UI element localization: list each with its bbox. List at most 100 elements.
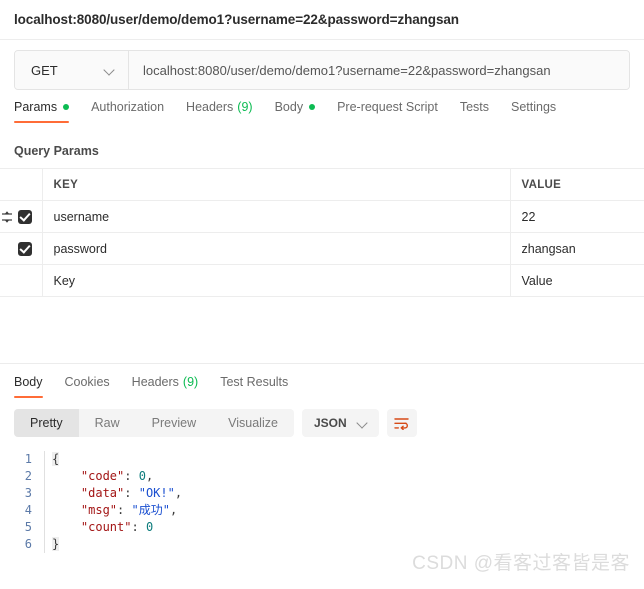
response-format-label: JSON [313,416,347,430]
view-mode-segmented-control: Pretty Raw Preview Visualize [14,409,294,437]
view-mode-preview[interactable]: Preview [136,409,212,437]
row-checkbox-cell [0,200,42,233]
code-line: "msg": "成功", [52,502,182,519]
line-number: 3 [24,486,32,500]
modified-dot-icon [309,104,316,110]
code-token-key: "count" [80,520,132,534]
tab-label: Cookies [64,375,110,389]
code-token-brace: } [52,537,60,551]
code-line: { [52,451,182,468]
response-tab-cookies[interactable]: Cookies [65,375,110,398]
tab-settings[interactable]: Settings [511,100,556,123]
tab-pre-request-script[interactable]: Pre-request Script [337,100,438,123]
table-row: username 22 [0,200,644,233]
tab-tests[interactable]: Tests [460,100,489,123]
response-tab-test-results[interactable]: Test Results [220,375,288,398]
tab-label: Params [14,100,58,114]
tab-label: Body [14,375,43,389]
code-token-str: "成功" [131,503,170,517]
param-key-cell[interactable]: Key [41,264,510,297]
url-bar-row: GET localhost:8080/user/demo/demo1?usern… [0,40,644,90]
tab-label: Body [274,100,304,114]
panel-splitter[interactable] [0,363,644,364]
modified-dot-icon [63,104,70,110]
code-line: "count": 0 [52,519,182,536]
code-token-num: 0 [138,469,146,483]
column-header-value: VALUE [509,168,644,201]
tab-label: Authorization [91,100,165,114]
param-key-cell[interactable]: username [41,200,510,233]
view-mode-raw[interactable]: Raw [79,409,136,437]
code-token-punc: , [169,503,178,517]
header-checkbox-col [0,168,42,201]
code-token-key: "code" [80,469,125,483]
code-token-brace: { [52,452,60,466]
line-number: 6 [24,537,32,551]
view-mode-pretty[interactable]: Pretty [14,409,79,437]
row-checkbox[interactable] [18,209,32,224]
tab-authorization[interactable]: Authorization [91,100,164,123]
code-line: } [52,536,182,553]
table-row: Key Value [0,264,644,297]
tab-params[interactable]: Params [14,100,70,123]
code-token-punc: : [124,469,139,483]
tab-headers[interactable]: Headers (9) [186,100,253,123]
code-token-punc: : [117,503,132,517]
request-tabs: Params Authorization Headers (9) Body Pre-req… [0,100,644,130]
response-body-code: { "code": 0, "data": "OK!", "msg": "成功",… [44,451,182,553]
chevron-down-icon [357,417,369,429]
code-token-key: "msg" [80,503,118,517]
code-token-str: "OK!" [138,486,175,500]
code-token-punc: , [145,469,154,483]
tab-label: Tests [459,100,489,114]
param-value-cell[interactable]: Value [509,264,644,297]
line-number: 5 [24,520,32,534]
tab-label: Settings [511,100,557,114]
query-params-table: KEY VALUE username 22 password zhangsan Key V… [0,168,644,297]
line-number: 4 [24,503,32,517]
param-key-cell[interactable]: password [41,232,510,265]
code-line: "data": "OK!", [52,485,182,502]
code-token-punc: : [131,520,146,534]
wrap-text-icon [394,417,409,430]
url-input[interactable]: localhost:8080/user/demo/demo1?username=… [129,51,629,89]
response-tab-body[interactable]: Body [14,375,43,398]
response-format-select[interactable]: JSON [301,409,379,437]
http-method-select[interactable]: GET [15,51,129,89]
table-row: password zhangsan [0,232,644,265]
request-title-bar: localhost:8080/user/demo/demo1?username=… [0,0,644,40]
table-header-row: KEY VALUE [0,168,644,201]
code-token-punc: , [174,486,183,500]
code-token-key: "data" [80,486,125,500]
tab-label: Test Results [220,375,289,389]
response-tab-headers[interactable]: Headers (9) [132,375,199,398]
chevron-down-icon [104,64,116,76]
row-checkbox-cell [0,232,42,265]
response-body-viewer[interactable]: 1 2 3 4 5 6 { "code": 0, "data": "OK!", "msg"… [0,451,644,553]
row-checkbox-cell [0,264,42,297]
param-value-cell[interactable]: 22 [509,200,644,233]
watermark: CSDN @看客过客皆是客 [412,553,630,574]
wrap-text-button[interactable] [386,409,417,437]
view-mode-visualize[interactable]: Visualize [212,409,294,437]
column-header-key: KEY [41,168,510,201]
tab-count-badge: (9) [182,375,199,389]
drag-handle-icon[interactable] [1,210,14,223]
param-value-cell[interactable]: zhangsan [509,232,644,265]
line-number: 1 [24,452,32,466]
response-toolbar: Pretty Raw Preview Visualize JSON [0,409,644,437]
query-params-title: Query Params [14,144,99,158]
tab-label: Pre-request Script [337,100,438,114]
response-tabs: Body Cookies Headers (9) Test Results [0,375,644,403]
row-checkbox[interactable] [18,241,32,256]
line-number-gutter: 1 2 3 4 5 6 [14,451,44,553]
code-token-punc: : [124,486,139,500]
tab-body[interactable]: Body [275,100,316,123]
tab-label: Headers [186,100,234,114]
line-number: 2 [24,469,32,483]
http-method-label: GET [31,62,58,78]
